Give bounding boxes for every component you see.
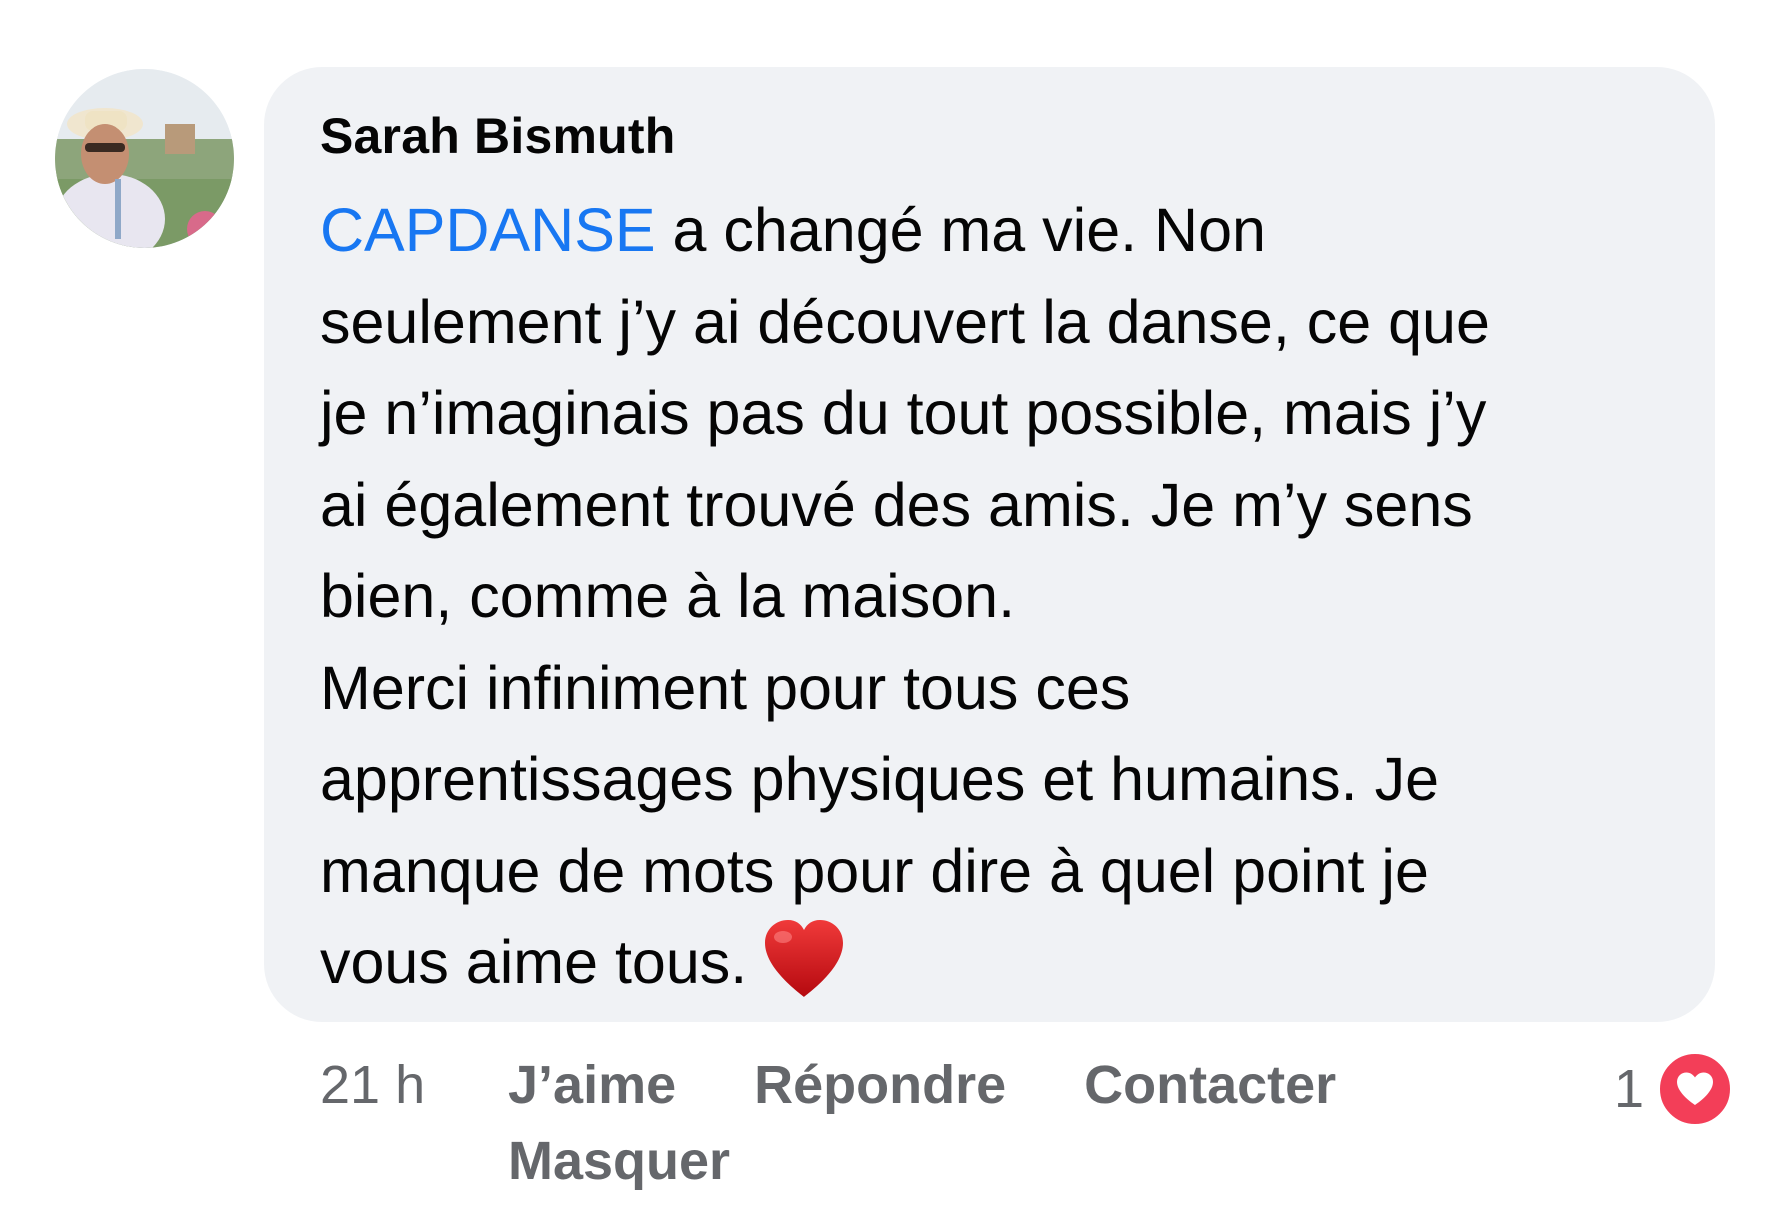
- comment-author[interactable]: Sarah Bismuth: [320, 101, 1675, 171]
- comment-line: ai également trouvé des amis. Je m’y sen…: [320, 470, 1473, 539]
- comment-line-text: a changé ma vie. Non: [655, 196, 1266, 264]
- red-heart-icon: [761, 917, 847, 999]
- comment-line: apprentissages physiques et humains. Je: [320, 745, 1439, 813]
- comment-line: Merci infiniment pour tous ces: [320, 653, 1131, 722]
- comment-line: seulement j’y ai découvert la danse, ce …: [320, 287, 1490, 356]
- comment-line: manque de mots pour dire à quel point je: [320, 836, 1429, 905]
- comment-bubble: Sarah Bismuth CAPDANSE a changé ma vie. …: [264, 67, 1715, 1022]
- hide-button[interactable]: Masquer: [508, 1126, 730, 1196]
- like-button[interactable]: J’aime: [508, 1050, 676, 1120]
- comment-line: bien, comme à la maison.: [320, 562, 1016, 630]
- comment-actions-row-2: Masquer: [320, 1126, 1336, 1196]
- comment-actions: 21 h J’aime Répondre Contacter Masquer: [320, 1050, 1336, 1196]
- reply-button[interactable]: Répondre: [754, 1050, 1006, 1120]
- comment-line-text: vous aime tous.: [320, 928, 748, 996]
- page-mention-link[interactable]: CAPDANSE: [320, 196, 656, 264]
- comment-actions-row: 21 h J’aime Répondre Contacter: [320, 1050, 1336, 1120]
- contact-button[interactable]: Contacter: [1084, 1050, 1336, 1120]
- love-reaction-icon: [1656, 1050, 1734, 1128]
- comment-timestamp[interactable]: 21 h: [320, 1050, 508, 1120]
- avatar-photo: [55, 69, 234, 248]
- reaction-count: 1: [1613, 1059, 1644, 1119]
- reaction-summary[interactable]: 1: [1614, 1050, 1734, 1128]
- comment-line: vous aime tous.: [320, 917, 1680, 1009]
- avatar[interactable]: [55, 69, 234, 248]
- comment-text: CAPDANSE a changé ma vie. Non seulement …: [320, 185, 1680, 1009]
- comment-line: CAPDANSE a changé ma vie. Non: [320, 185, 1680, 277]
- comment-line: je n’imaginais pas du tout possible, mai…: [320, 379, 1487, 447]
